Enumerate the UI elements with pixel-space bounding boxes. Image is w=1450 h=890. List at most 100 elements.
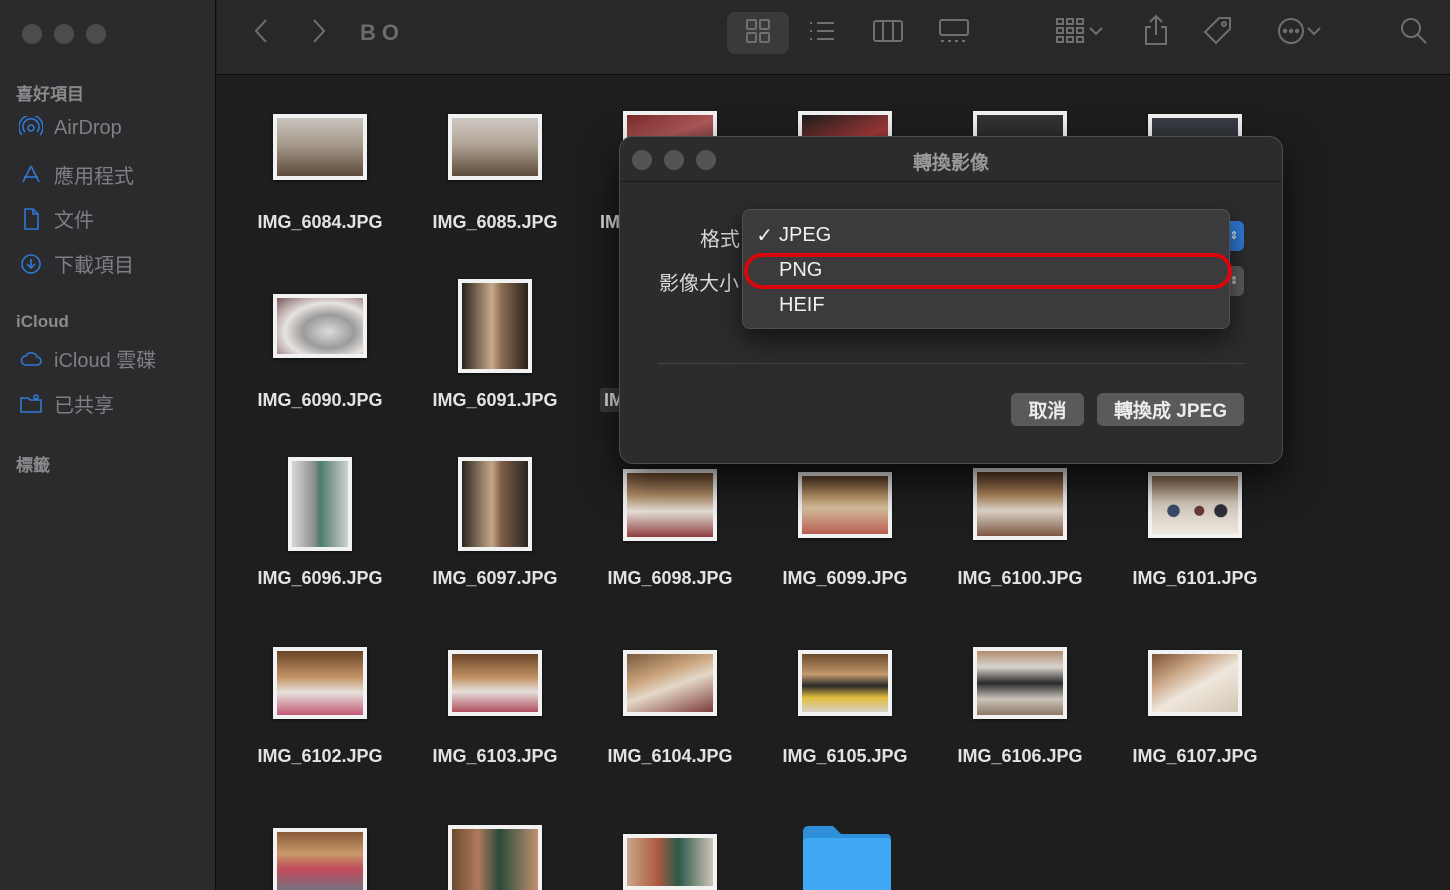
menu-item-label: HEIF xyxy=(779,293,825,316)
icloud-header: iCloud xyxy=(16,312,69,331)
cancel-button[interactable]: 取消 xyxy=(1011,393,1084,426)
folder-icon xyxy=(799,826,895,890)
chevron-down-icon xyxy=(1306,24,1322,42)
file-thumbnail xyxy=(1148,650,1242,716)
dialog-titlebar: 轉換影像 xyxy=(620,137,1282,182)
column-view-button[interactable] xyxy=(871,18,905,48)
file-name: IMG_6107.JPG xyxy=(1132,746,1258,766)
tag-icon xyxy=(1202,15,1234,52)
file-thumbnail xyxy=(1148,472,1242,538)
close-window-button[interactable] xyxy=(22,24,42,44)
dialog-separator xyxy=(658,363,1244,364)
search-icon xyxy=(1399,16,1429,51)
file-thumbnail xyxy=(273,114,367,180)
dialog-title: 轉換影像 xyxy=(912,153,989,174)
file-name: IMG_6104.JPG xyxy=(607,746,733,766)
file-name: IMG_6091.JPG xyxy=(432,390,558,410)
sidebar-item-label: iCloud 雲碟 xyxy=(54,350,157,372)
format-option-jpeg[interactable]: ✓ JPEG xyxy=(743,218,1229,252)
folder-item[interactable] xyxy=(799,822,895,890)
image-size-label: 影像大小 xyxy=(659,273,739,295)
file-name: IMG_6097.JPG xyxy=(432,568,558,588)
sidebar-item-label: 已共享 xyxy=(54,395,114,417)
sidebar-item-documents[interactable]: 文件 xyxy=(18,204,94,233)
file-thumbnail xyxy=(273,294,367,358)
file-name: IMG_6106.JPG xyxy=(957,746,1083,766)
list-icon xyxy=(807,18,837,49)
icon-view-button[interactable] xyxy=(741,18,775,48)
file-name: IMG_6102.JPG xyxy=(257,746,383,766)
toolbar: BO xyxy=(217,0,1450,75)
file-thumbnail xyxy=(273,647,367,719)
columns-icon xyxy=(872,18,904,49)
ellipsis-circle-icon xyxy=(1276,16,1306,51)
checkmark-icon: ✓ xyxy=(756,224,773,247)
download-icon xyxy=(18,251,44,277)
file-thumbnail xyxy=(623,469,717,541)
airdrop-icon xyxy=(18,115,44,141)
file-name: IMG_6096.JPG xyxy=(257,568,383,588)
menu-item-label: JPEG xyxy=(779,223,832,246)
file-thumbnail xyxy=(798,472,892,538)
sidebar-item-label: 文件 xyxy=(54,210,94,232)
sidebar-item-icloud-drive[interactable]: iCloud 雲碟 xyxy=(18,344,156,373)
file-thumbnail xyxy=(623,834,717,890)
file-thumbnail xyxy=(448,650,542,716)
file-name: IMG_6103.JPG xyxy=(432,746,558,766)
group-by-button[interactable] xyxy=(1049,16,1109,50)
window-controls xyxy=(22,24,106,44)
gallery-view-button[interactable] xyxy=(935,18,973,48)
share-icon xyxy=(1142,13,1170,52)
file-thumbnail xyxy=(798,650,892,716)
sidebar-item-applications[interactable]: 應用程式 xyxy=(18,160,134,189)
file-thumbnail xyxy=(623,650,717,716)
sidebar-item-label: 下載項目 xyxy=(54,255,134,277)
file-name: IMG_6085.JPG xyxy=(432,212,558,232)
list-view-button[interactable] xyxy=(805,18,839,48)
grid-icon xyxy=(744,17,772,50)
file-thumbnail xyxy=(973,647,1067,719)
file-thumbnail xyxy=(458,457,532,551)
format-option-heif[interactable]: HEIF xyxy=(743,288,1229,322)
file-thumbnail xyxy=(458,279,532,373)
zoom-window-button[interactable] xyxy=(86,24,106,44)
file-thumbnail xyxy=(273,828,367,890)
sidebar: 喜好項目 AirDrop 應用程式 文件 下載項目 iCloud iCloud … xyxy=(0,0,216,890)
sidebar-item-airdrop[interactable]: AirDrop xyxy=(18,115,122,141)
document-icon xyxy=(18,206,44,232)
file-thumbnail xyxy=(973,468,1067,540)
file-thumbnail xyxy=(448,825,542,890)
shared-folder-icon xyxy=(18,391,44,417)
applications-icon xyxy=(18,162,44,188)
forward-button[interactable] xyxy=(305,18,333,48)
sidebar-item-label: AirDrop xyxy=(54,116,122,139)
file-name: IMG_6101.JPG xyxy=(1132,568,1258,588)
chevron-left-icon xyxy=(253,18,269,49)
chevron-down-icon xyxy=(1088,24,1104,42)
file-name: IMG_6084.JPG xyxy=(257,212,383,232)
sidebar-item-downloads[interactable]: 下載項目 xyxy=(18,249,134,278)
file-name: IMG_6105.JPG xyxy=(782,746,908,766)
format-label: 格式 xyxy=(700,229,740,251)
window-title: BO xyxy=(360,20,405,45)
file-thumbnail xyxy=(448,114,542,180)
chevron-right-icon xyxy=(311,18,327,49)
convert-button[interactable]: 轉換成 JPEG xyxy=(1097,393,1244,426)
annotation-highlight-ring xyxy=(744,253,1232,289)
group-grid-icon xyxy=(1054,16,1088,51)
file-name: IMG_6100.JPG xyxy=(957,568,1083,588)
more-actions-button[interactable] xyxy=(1269,16,1329,50)
share-button[interactable] xyxy=(1139,14,1173,50)
minimize-window-button[interactable] xyxy=(54,24,74,44)
file-thumbnail xyxy=(288,457,352,551)
search-button[interactable] xyxy=(1397,16,1431,50)
tags-header: 標籤 xyxy=(16,456,50,475)
cloud-icon xyxy=(18,346,44,372)
file-name: IMG_6090.JPG xyxy=(257,390,383,410)
file-name: IMG_6099.JPG xyxy=(782,568,908,588)
back-button[interactable] xyxy=(247,18,275,48)
gallery-icon xyxy=(937,18,971,49)
sidebar-item-shared[interactable]: 已共享 xyxy=(18,389,114,418)
tag-button[interactable] xyxy=(1201,16,1235,50)
favorites-header: 喜好項目 xyxy=(16,85,84,104)
